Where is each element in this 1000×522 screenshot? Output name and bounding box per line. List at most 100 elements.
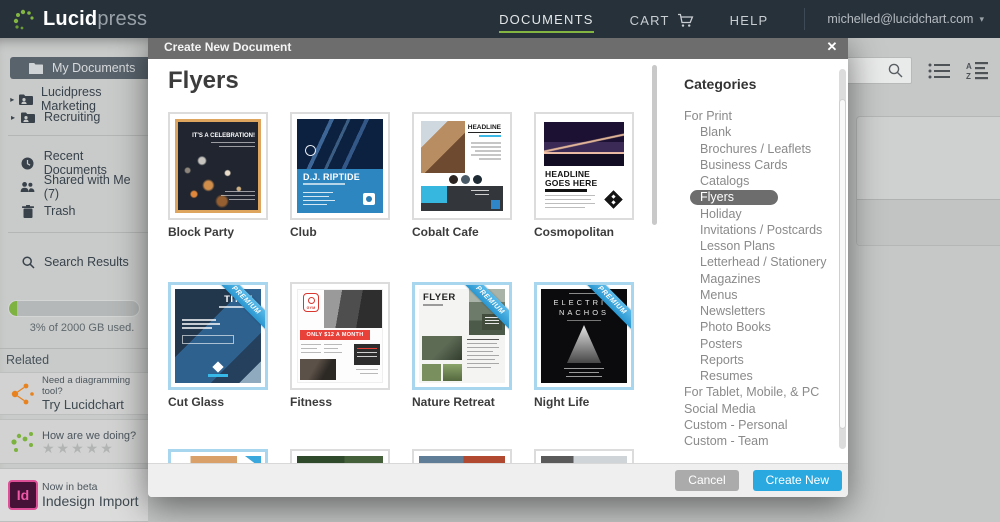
sidebar: My Documents ▸ Lucidpress Marketing ▸ Re…: [0, 38, 148, 522]
sidebar-item-recruiting[interactable]: ▸ Recruiting: [0, 106, 148, 128]
category-item[interactable]: Catalogs: [672, 174, 840, 190]
nav-divider: [804, 8, 806, 30]
background-document-card: [856, 116, 1000, 246]
storage-progress-bar: [8, 300, 140, 317]
template-scrollbar[interactable]: [652, 65, 657, 225]
template-card-cobalt-cafe[interactable]: HEADLINE Cobalt Cafe: [412, 112, 512, 239]
top-bar: Lucidpress DOCUMENTS CART HELP michelled…: [0, 0, 1000, 38]
template-card-night-life[interactable]: ELECTRIC NACHOS PREMIUM Night Life: [534, 282, 634, 409]
template-name: Nature Retreat: [412, 395, 495, 409]
template-name: Fitness: [290, 395, 333, 409]
chevron-right-icon: ▸: [10, 94, 15, 104]
category-item[interactable]: For Print: [672, 109, 840, 125]
storage-usage-text: 3% of 2000 GB used.: [29, 322, 135, 334]
category-item[interactable]: Brochures / Leaflets: [672, 142, 840, 158]
categories-scrollbar-thumb[interactable]: [839, 99, 846, 429]
category-item[interactable]: Newsletters: [672, 304, 840, 320]
svg-text:A: A: [966, 62, 972, 71]
create-new-button[interactable]: Create New: [752, 470, 842, 491]
sidebar-item-my-documents[interactable]: My Documents: [10, 57, 148, 79]
template-thumbnail[interactable]: D.J. RIPTIDE: [290, 112, 390, 220]
promo-lucidchart[interactable]: Need a diagramming tool? Try Lucidchart: [0, 372, 148, 415]
category-item[interactable]: Custom - Team: [672, 434, 840, 450]
create-new-document-modal: Create New Document ✕ Flyers IT'S A CELE…: [148, 35, 848, 497]
template-name: Night Life: [534, 395, 590, 409]
clock-icon: [20, 157, 36, 170]
sidebar-item-shared-with-me[interactable]: Shared with Me (7): [0, 173, 148, 201]
close-icon[interactable]: ✕: [823, 38, 841, 56]
template-card-block-party[interactable]: IT'S A CELEBRATION! Block Party: [168, 112, 268, 239]
category-item[interactable]: For Tablet, Mobile, & PC: [672, 385, 840, 401]
screen: Lucidpress DOCUMENTS CART HELP michelled…: [0, 0, 1000, 522]
chevron-down-icon: ▾: [979, 13, 984, 24]
category-item[interactable]: Lesson Plans: [672, 239, 840, 255]
sidebar-item-recent-documents[interactable]: Recent Documents: [0, 149, 148, 177]
promo-lucidchart-title: Need a diagramming tool?: [42, 375, 131, 397]
category-item[interactable]: Reports: [672, 353, 840, 369]
category-item[interactable]: Business Cards: [672, 158, 840, 174]
nav-cart[interactable]: CART: [630, 7, 694, 32]
category-item[interactable]: Menus: [672, 288, 840, 304]
lucidpress-logo[interactable]: Lucidpress: [12, 7, 147, 31]
account-menu[interactable]: michelled@lucidchart.com ▾: [827, 12, 984, 26]
category-item[interactable]: Magazines: [672, 272, 840, 288]
promo-rating: How are we doing? ★★★★★: [0, 419, 148, 464]
top-nav: DOCUMENTS CART HELP michelled@lucidchart…: [499, 6, 1000, 33]
template-thumbnail[interactable]: ELECTRIC NACHOS PREMIUM: [534, 282, 634, 390]
shared-folder-icon: [18, 94, 33, 105]
template-thumbnail[interactable]: FLYER PREMIUM: [412, 282, 512, 390]
categories-list: For Print Blank Brochures / Leaflets Bus…: [672, 109, 840, 450]
template-card-partial[interactable]: [290, 449, 390, 463]
category-item-selected[interactable]: Flyers: [672, 190, 840, 206]
nav-documents[interactable]: DOCUMENTS: [499, 6, 594, 33]
search-icon: [20, 255, 36, 269]
category-item[interactable]: Invitations / Postcards: [672, 223, 840, 239]
promo-indesign[interactable]: Id Now in beta Indesign Import: [0, 468, 148, 522]
template-name: Club: [290, 225, 317, 239]
template-thumbnail[interactable]: GYM ONLY $12 A MONTH: [290, 282, 390, 390]
template-name: Cut Glass: [168, 395, 225, 409]
promo-indesign-cta: Indesign Import: [42, 493, 139, 509]
svg-text:Z: Z: [966, 72, 971, 81]
sidebar-divider: [0, 348, 148, 349]
template-card-fitness[interactable]: GYM ONLY $12 A MONTH Fitness: [290, 282, 390, 409]
template-card-nature-retreat[interactable]: FLYER PREMIUM Nature Retreat: [412, 282, 512, 409]
category-item[interactable]: Social Media: [672, 402, 840, 418]
rating-stars[interactable]: ★★★★★: [42, 441, 136, 455]
sort-az-icon[interactable]: AZ: [966, 61, 990, 86]
template-thumbnail[interactable]: HEADLINE GOES HERE: [534, 112, 634, 220]
template-card-partial[interactable]: [412, 449, 512, 463]
sidebar-divider: [8, 135, 148, 136]
category-item[interactable]: Blank: [672, 125, 840, 141]
template-thumbnail[interactable]: HEADLINE: [412, 112, 512, 220]
storage-progress-fill: [9, 301, 17, 316]
lucidchart-icon: [8, 381, 38, 407]
category-item[interactable]: Custom - Personal: [672, 418, 840, 434]
template-thumbnail[interactable]: TITLE PREMIUM: [168, 282, 268, 390]
template-card-cut-glass[interactable]: TITLE PREMIUM Cut Glass: [168, 282, 268, 409]
template-card-partial[interactable]: [168, 449, 268, 463]
shared-folder-icon: [20, 112, 36, 123]
cancel-button[interactable]: Cancel: [675, 470, 739, 491]
cart-icon: [677, 13, 693, 27]
sidebar-item-search-results[interactable]: Search Results: [0, 251, 148, 273]
categories-title: Categories: [684, 76, 757, 92]
category-item[interactable]: Holiday: [672, 207, 840, 223]
sidebar-divider: [8, 232, 148, 233]
promo-indesign-title: Now in beta: [42, 481, 98, 493]
category-item[interactable]: Photo Books: [672, 320, 840, 336]
template-card-club[interactable]: D.J. RIPTIDE Club: [290, 112, 390, 239]
template-name: Block Party: [168, 225, 235, 239]
template-thumbnail[interactable]: IT'S A CELEBRATION!: [168, 112, 268, 220]
list-view-icon[interactable]: [928, 62, 950, 85]
category-item[interactable]: Resumes: [672, 369, 840, 385]
lucid-logo-icon: [13, 9, 34, 30]
template-card-partial[interactable]: [534, 449, 634, 463]
template-card-cosmopolitan[interactable]: HEADLINE GOES HERE Cosmopolitan: [534, 112, 634, 239]
people-icon: [20, 181, 36, 193]
categories-panel: Categories For Print Blank Brochures / L…: [672, 59, 848, 463]
category-item[interactable]: Posters: [672, 337, 840, 353]
sidebar-item-trash[interactable]: Trash: [0, 200, 148, 222]
nav-help[interactable]: HELP: [730, 7, 769, 32]
category-item[interactable]: Letterhead / Stationery: [672, 255, 840, 271]
